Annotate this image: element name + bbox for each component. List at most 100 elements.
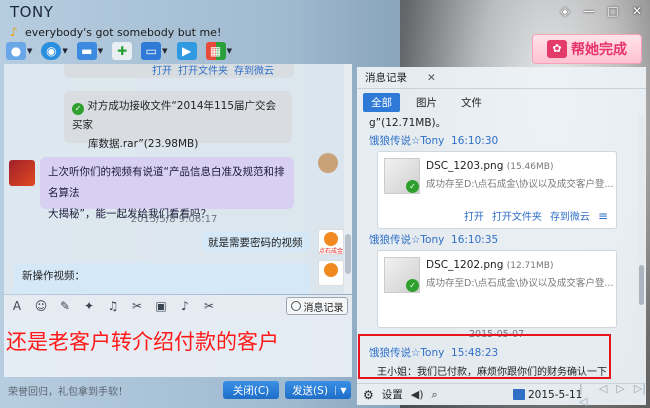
file-path: 成功存至D:\点石成金\协议以及成交客户登...	[426, 179, 614, 190]
history-entry-header: 饿狼传说☆Tony 16:10:30	[369, 133, 498, 148]
history-header: 消息记录 ✕	[357, 67, 646, 89]
shake-icon[interactable]: ✦	[82, 299, 96, 313]
file-path: 成功存至D:\点石成金\协议以及成交客户登...	[426, 278, 614, 289]
file-name: DSC_1202.png (12.71MB)	[426, 259, 553, 271]
help-button-label: 帮她完成	[571, 42, 627, 58]
chat-messages: 打开 打开文件夹 存到微云 ✓ 对方成功接收文件“2014年115届广交会买家 …	[4, 64, 352, 294]
tab-images[interactable]: 图片	[408, 93, 445, 112]
date-value: 2015-5-11	[528, 388, 583, 401]
apps-button[interactable]: ▦ ▼	[205, 42, 232, 60]
send-file-button[interactable]: ▬ ▼	[76, 42, 104, 60]
magic-icon[interactable]: ✎	[58, 299, 72, 313]
history-scrollbar[interactable]	[638, 115, 645, 381]
date-picker[interactable]: 2015-5-11	[513, 389, 582, 401]
first-page-icon[interactable]: |◁	[579, 382, 590, 408]
help-her-complete-button[interactable]: ✿ 帮她完成	[532, 34, 642, 64]
minimize-icon[interactable]: —	[582, 4, 596, 18]
send-button[interactable]: 发送(S) ▼	[285, 381, 351, 399]
file-name: DSC_1203.png (15.46MB)	[426, 160, 553, 172]
my-avatar[interactable]: 点石成金	[318, 229, 344, 255]
camera-icon: ◉	[41, 42, 62, 60]
file-bubble-fragment: 打开 打开文件夹 存到微云	[64, 64, 294, 78]
message-time: 16:10:35	[451, 234, 499, 246]
font-icon[interactable]: A	[10, 299, 24, 313]
my-avatar-2[interactable]	[318, 260, 344, 286]
check-icon: ✓	[406, 279, 419, 292]
music-icon[interactable]: ♪	[178, 299, 192, 313]
logo-icon	[324, 263, 338, 277]
remote-assist-button[interactable]: ▶	[176, 42, 197, 60]
chevron-down-icon[interactable]: ▼	[335, 385, 351, 395]
tab-files[interactable]: 文件	[453, 93, 490, 112]
calendar-icon	[513, 389, 525, 400]
file-size: (15.46MB)	[506, 162, 554, 172]
open-link[interactable]: 打开	[152, 64, 172, 77]
contact-avatar[interactable]	[9, 160, 35, 186]
scissors-icon[interactable]: ✂	[202, 299, 216, 313]
clock-icon	[290, 301, 301, 311]
emoji-icon[interactable]: ☺	[34, 299, 48, 313]
file-card: ✓ DSC_1203.png (15.46MB) 成功存至D:\点石成金\协议以…	[377, 151, 617, 229]
check-icon: ✓	[72, 103, 84, 115]
tab-all[interactable]: 全部	[363, 93, 400, 112]
close-button[interactable]: 关闭(C)	[223, 381, 279, 399]
skin-icon[interactable]: ◈	[558, 4, 572, 18]
file-received-notice: ✓ 对方成功接收文件“2014年115届广交会买家 库数据.rar”(23.98…	[64, 91, 292, 150]
file-card: ✓ DSC_1202.png (12.71MB) 成功存至D:\点石成金\协议以…	[377, 250, 617, 328]
file-links: 打开 打开文件夹 存到微云	[152, 64, 274, 77]
scroll-thumb[interactable]	[639, 265, 644, 305]
settings-link[interactable]: 设置	[382, 387, 403, 402]
signature-row: ♪ everybody's got somebody but me!	[10, 25, 221, 39]
voice-call-button[interactable]: ● ▼	[6, 42, 32, 60]
file-notice-line2: 库数据.rar”(23.98MB)	[88, 138, 199, 150]
speaker-icon[interactable]: ◀)	[411, 388, 424, 401]
sender-name: 饿狼传说☆Tony	[369, 234, 445, 246]
open-folder-link[interactable]: 打开文件夹	[492, 208, 542, 223]
close-icon[interactable]: ✕	[630, 4, 644, 18]
save-weiyun-link[interactable]: 存到微云	[550, 208, 590, 223]
prev-page-icon[interactable]: ◁	[599, 382, 607, 408]
highlight-box	[358, 334, 611, 379]
window-controls: ◈ — □ ✕	[558, 4, 644, 18]
video-call-button[interactable]: ◉ ▼	[41, 42, 68, 60]
signature-text: everybody's got somebody but me!	[25, 25, 222, 39]
annotation-overlay-text: 还是老客户转介绍付款的客户	[6, 330, 279, 354]
file-size: (12.71MB)	[506, 261, 554, 271]
gift-icon: ✿	[547, 40, 567, 58]
chevron-down-icon: ▼	[27, 47, 33, 55]
open-folder-link[interactable]: 打开文件夹	[178, 64, 228, 77]
message-time: 16:10:30	[451, 135, 499, 147]
screen-share-button[interactable]: ▭ ▼	[141, 42, 168, 60]
add-app-button[interactable]: ✚	[112, 42, 133, 60]
attach-icon[interactable]: ✂	[130, 299, 144, 313]
message-history-button[interactable]: 消息记录	[286, 297, 348, 315]
promo-hint-link[interactable]: 荣誉回归，礼包拿到手软！	[8, 383, 128, 398]
logo-icon	[324, 232, 338, 246]
received-message-bubble: 上次听你们的视频有说道“产品信息白准及规范和排名算法 大揭秘”，能一起发给我们看…	[40, 157, 294, 220]
scroll-thumb[interactable]	[345, 234, 351, 274]
save-weiyun-link[interactable]: 存到微云	[234, 64, 274, 77]
voice-msg-icon[interactable]: ♫	[106, 299, 120, 313]
window-title: TONY	[10, 3, 54, 21]
chevron-down-icon: ▼	[226, 47, 232, 55]
open-link[interactable]: 打开	[464, 208, 484, 223]
more-menu-icon[interactable]: ≡	[598, 209, 608, 223]
chevron-down-icon: ▼	[97, 47, 104, 55]
sent-message-bubble-2: 新操作视频：	[14, 263, 310, 294]
chat-scrollbar[interactable]	[344, 64, 352, 294]
last-page-icon[interactable]: ▷|	[634, 382, 646, 408]
search-icon[interactable]: ⌕	[432, 388, 438, 402]
next-page-icon[interactable]: ▷	[616, 382, 624, 408]
folder-icon: ▬	[76, 42, 97, 60]
file-notice-line1: 对方成功接收文件“2014年115届广交会买家	[72, 100, 277, 131]
close-history-icon[interactable]: ✕	[427, 72, 436, 84]
add-app-icon: ✚	[112, 42, 133, 60]
apps-grid-icon: ▦	[205, 42, 226, 60]
maximize-icon[interactable]: □	[606, 4, 620, 18]
microphone-icon: ●	[6, 42, 26, 60]
image-icon[interactable]: ▣	[154, 299, 168, 313]
history-title: 消息记录	[365, 72, 407, 84]
gear-icon[interactable]: ⚙	[363, 388, 374, 402]
history-pager: |◁ ◁ ▷ ▷|	[579, 382, 646, 408]
chevron-down-icon: ▼	[162, 47, 168, 55]
